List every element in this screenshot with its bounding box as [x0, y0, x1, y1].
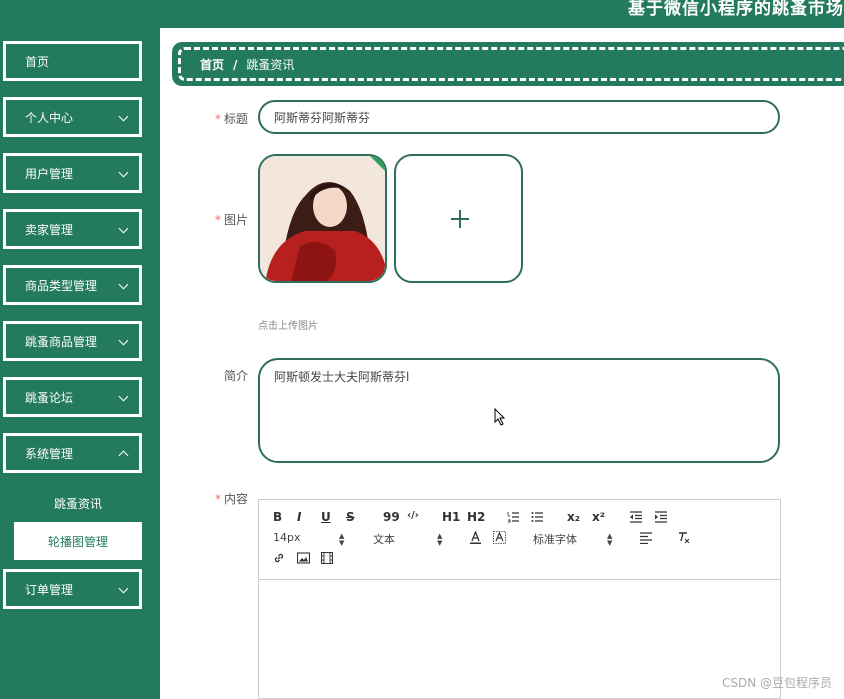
- breadcrumb-current: 跳蚤资讯: [246, 58, 295, 72]
- chevron-down-icon: [118, 583, 129, 594]
- submenu-item-news[interactable]: 跳蚤资讯: [14, 484, 142, 522]
- breadcrumb-home[interactable]: 首页: [200, 58, 224, 72]
- chevron-down-icon: [118, 279, 129, 290]
- subscript-button[interactable]: x₂: [567, 510, 580, 524]
- code-block-button[interactable]: ‹/›: [407, 510, 419, 521]
- sidebar-item-label: 首页: [25, 54, 50, 69]
- underline-button[interactable]: U: [321, 510, 331, 524]
- bullet-list-icon[interactable]: [531, 511, 543, 523]
- top-header: 基于微信小程序的跳蚤市场: [0, 0, 844, 28]
- text-type-arrows-icon: ▲ ▼: [437, 532, 443, 547]
- portrait-image: [260, 156, 385, 281]
- outdent-icon[interactable]: [629, 511, 642, 523]
- sidebar-item-label: 系统管理: [25, 446, 74, 461]
- align-icon[interactable]: [639, 532, 652, 544]
- header1-button[interactable]: H1: [442, 510, 460, 524]
- image-icon[interactable]: [297, 552, 310, 564]
- sidebar-item-system[interactable]: 系统管理: [3, 433, 142, 473]
- font-family-select[interactable]: 标准字体: [533, 531, 577, 547]
- indent-icon[interactable]: [654, 511, 667, 523]
- text-type-select[interactable]: 文本: [373, 531, 395, 547]
- blockquote-button[interactable]: 99: [383, 510, 400, 524]
- chevron-down-icon: [118, 391, 129, 402]
- sidebar-item-label: 个人中心: [25, 110, 74, 125]
- ordered-list-icon[interactable]: [507, 511, 519, 523]
- mouse-cursor-icon: [494, 408, 506, 426]
- intro-textarea[interactable]: 阿斯顿发士大夫阿斯蒂芬l: [258, 358, 780, 463]
- superscript-button[interactable]: x²: [592, 510, 605, 524]
- sidebar-item-label: 商品类型管理: [25, 278, 98, 293]
- upload-hint: 点击上传图片: [258, 321, 318, 332]
- header2-button[interactable]: H2: [467, 510, 485, 524]
- italic-button[interactable]: I: [297, 510, 301, 524]
- video-icon[interactable]: [321, 552, 333, 564]
- bold-button[interactable]: B: [273, 510, 282, 524]
- sidebar-item-home[interactable]: 首页: [3, 41, 142, 81]
- chevron-up-icon: [118, 450, 129, 461]
- clear-format-icon[interactable]: [677, 531, 690, 544]
- sidebar-item-product-types[interactable]: 商品类型管理: [3, 265, 142, 305]
- breadcrumb-separator: /: [233, 58, 238, 72]
- sidebar-item-sellers[interactable]: 卖家管理: [3, 209, 142, 249]
- title-label: * 标题: [214, 112, 248, 126]
- chevron-down-icon: [118, 223, 129, 234]
- sidebar-item-users[interactable]: 用户管理: [3, 153, 142, 193]
- font-size-arrows-icon: ▲ ▼: [339, 532, 345, 547]
- background-color-icon[interactable]: [493, 531, 506, 544]
- sidebar-item-label: 跳蚤论坛: [25, 390, 74, 405]
- font-family-arrows-icon: ▲ ▼: [607, 532, 613, 547]
- sidebar-item-products[interactable]: 跳蚤商品管理: [3, 321, 142, 361]
- sidebar-item-label: 跳蚤商品管理: [25, 334, 98, 349]
- sidebar: 首页 个人中心 用户管理 卖家管理 商品类型管理 跳蚤商品管理 跳蚤论坛 系统管…: [0, 28, 160, 699]
- content-label: * 内容: [214, 492, 248, 506]
- app-title: 基于微信小程序的跳蚤市场: [628, 0, 844, 19]
- sidebar-item-orders[interactable]: 订单管理: [3, 569, 142, 609]
- rich-text-editor[interactable]: B I U S 99 ‹/› H1 H2 x₂ x² 14px ▲ ▼ 文本 ▲ ▼…: [258, 499, 781, 699]
- submenu-item-carousel[interactable]: 轮播图管理: [14, 522, 142, 560]
- sidebar-item-forum[interactable]: 跳蚤论坛: [3, 377, 142, 417]
- chevron-down-icon: [118, 335, 129, 346]
- strike-button[interactable]: S: [346, 510, 355, 524]
- font-size-select[interactable]: 14px: [273, 531, 301, 544]
- editor-toolbar: B I U S 99 ‹/› H1 H2 x₂ x² 14px ▲ ▼ 文本 ▲ ▼…: [259, 500, 780, 580]
- title-input[interactable]: 阿斯蒂芬阿斯蒂芬: [258, 100, 780, 134]
- chevron-down-icon: [118, 167, 129, 178]
- link-icon[interactable]: [273, 552, 285, 564]
- sidebar-item-profile[interactable]: 个人中心: [3, 97, 142, 137]
- image-label: * 图片: [214, 213, 248, 227]
- sidebar-item-label: 用户管理: [25, 166, 74, 181]
- sidebar-item-label: 卖家管理: [25, 222, 74, 237]
- chevron-down-icon: [118, 111, 129, 122]
- text-color-icon[interactable]: [469, 531, 482, 544]
- csdn-watermark: CSDN @豆包程序员: [721, 676, 832, 690]
- sidebar-item-label: 订单管理: [25, 582, 74, 597]
- uploaded-image-thumbnail[interactable]: [258, 154, 387, 283]
- intro-label: 简介: [223, 369, 248, 383]
- image-upload-button[interactable]: [394, 154, 523, 283]
- breadcrumb-text: 首页 / 跳蚤资讯: [200, 56, 294, 73]
